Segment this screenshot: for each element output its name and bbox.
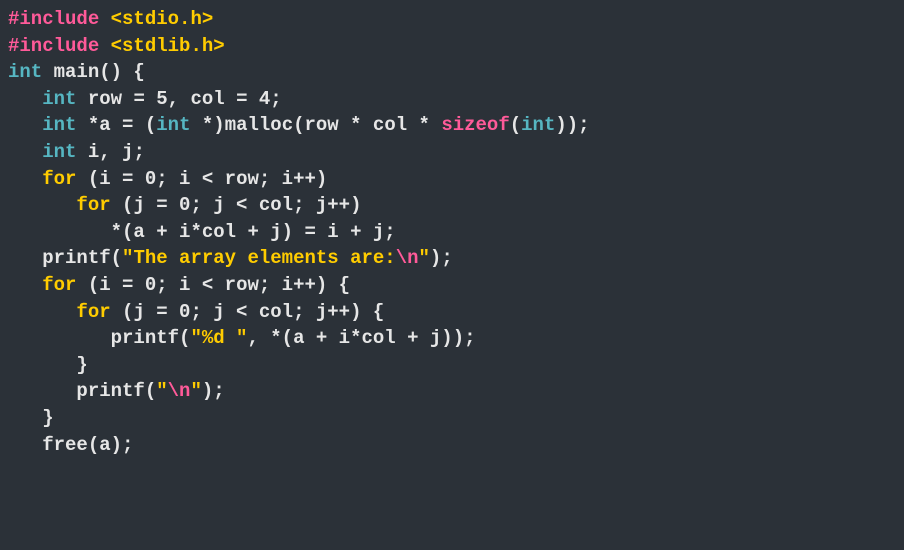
type-keyword: int	[156, 114, 190, 136]
indent	[8, 88, 42, 110]
code-text: *)malloc(row * col *	[190, 114, 441, 136]
code-line-1: #include <stdio.h>	[8, 6, 896, 33]
indent	[8, 327, 111, 349]
code-text: , *(a + i*col + j));	[247, 327, 475, 349]
indent	[8, 194, 76, 216]
code-text: );	[202, 380, 225, 402]
code-text: *a = (	[76, 114, 156, 136]
type-keyword: int	[42, 88, 76, 110]
type-keyword: int	[42, 114, 76, 136]
code-line-12: for (j = 0; j < col; j++) {	[8, 299, 896, 326]
indent	[8, 434, 42, 456]
code-line-7: for (i = 0; i < row; i++)	[8, 166, 896, 193]
code-line-8: for (j = 0; j < col; j++)	[8, 192, 896, 219]
code-line-5: int *a = (int *)malloc(row * col * sizeo…	[8, 112, 896, 139]
indent	[8, 380, 76, 402]
for-keyword: for	[42, 168, 76, 190]
code-line-2: #include <stdlib.h>	[8, 33, 896, 60]
type-keyword: int	[42, 141, 76, 163]
indent	[8, 114, 42, 136]
code-block: #include <stdio.h> #include <stdlib.h> i…	[8, 6, 896, 458]
code-line-6: int i, j;	[8, 139, 896, 166]
code-text: *(a + i*col + j) = i + j;	[111, 221, 396, 243]
indent	[8, 247, 42, 269]
code-text: );	[430, 247, 453, 269]
indent	[8, 221, 111, 243]
indent	[8, 301, 76, 323]
code-line-10: printf("The array elements are:\n");	[8, 245, 896, 272]
code-line-14: }	[8, 352, 896, 379]
preprocessor-directive: #include	[8, 8, 111, 30]
for-keyword: for	[42, 274, 76, 296]
code-line-13: printf("%d ", *(a + i*col + j));	[8, 325, 896, 352]
code-text: (j = 0; j < col; j++) {	[111, 301, 385, 323]
code-line-3: int main() {	[8, 59, 896, 86]
code-line-9: *(a + i*col + j) = i + j;	[8, 219, 896, 246]
string-literal: "	[190, 380, 201, 402]
indent	[8, 407, 42, 429]
include-header: <stdio.h>	[111, 8, 214, 30]
type-keyword: int	[8, 61, 42, 83]
indent	[8, 274, 42, 296]
sizeof-keyword: sizeof	[441, 114, 509, 136]
indent	[8, 141, 42, 163]
code-text: printf(	[111, 327, 191, 349]
string-literal: "	[156, 380, 167, 402]
code-line-16: }	[8, 405, 896, 432]
indent	[8, 168, 42, 190]
string-literal: "The array elements are:	[122, 247, 396, 269]
code-text: ));	[555, 114, 589, 136]
code-text: i, j;	[76, 141, 144, 163]
for-keyword: for	[76, 301, 110, 323]
code-line-17: free(a);	[8, 432, 896, 459]
code-line-11: for (i = 0; i < row; i++) {	[8, 272, 896, 299]
for-keyword: for	[76, 194, 110, 216]
include-header: <stdlib.h>	[111, 35, 225, 57]
code-text: row = 5, col = 4;	[76, 88, 281, 110]
code-line-4: int row = 5, col = 4;	[8, 86, 896, 113]
type-keyword: int	[521, 114, 555, 136]
code-text: free(a);	[42, 434, 133, 456]
indent	[8, 354, 76, 376]
code-text: (i = 0; i < row; i++) {	[76, 274, 350, 296]
code-text: }	[76, 354, 87, 376]
code-line-15: printf("\n");	[8, 378, 896, 405]
escape-sequence: \n	[168, 380, 191, 402]
code-text: main() {	[42, 61, 145, 83]
code-text: (j = 0; j < col; j++)	[111, 194, 362, 216]
code-text: (	[510, 114, 521, 136]
code-text: }	[42, 407, 53, 429]
string-literal: "	[419, 247, 430, 269]
code-text: printf(	[42, 247, 122, 269]
code-text: printf(	[76, 380, 156, 402]
code-text: (i = 0; i < row; i++)	[76, 168, 327, 190]
preprocessor-directive: #include	[8, 35, 111, 57]
string-literal: "%d "	[190, 327, 247, 349]
escape-sequence: \n	[396, 247, 419, 269]
